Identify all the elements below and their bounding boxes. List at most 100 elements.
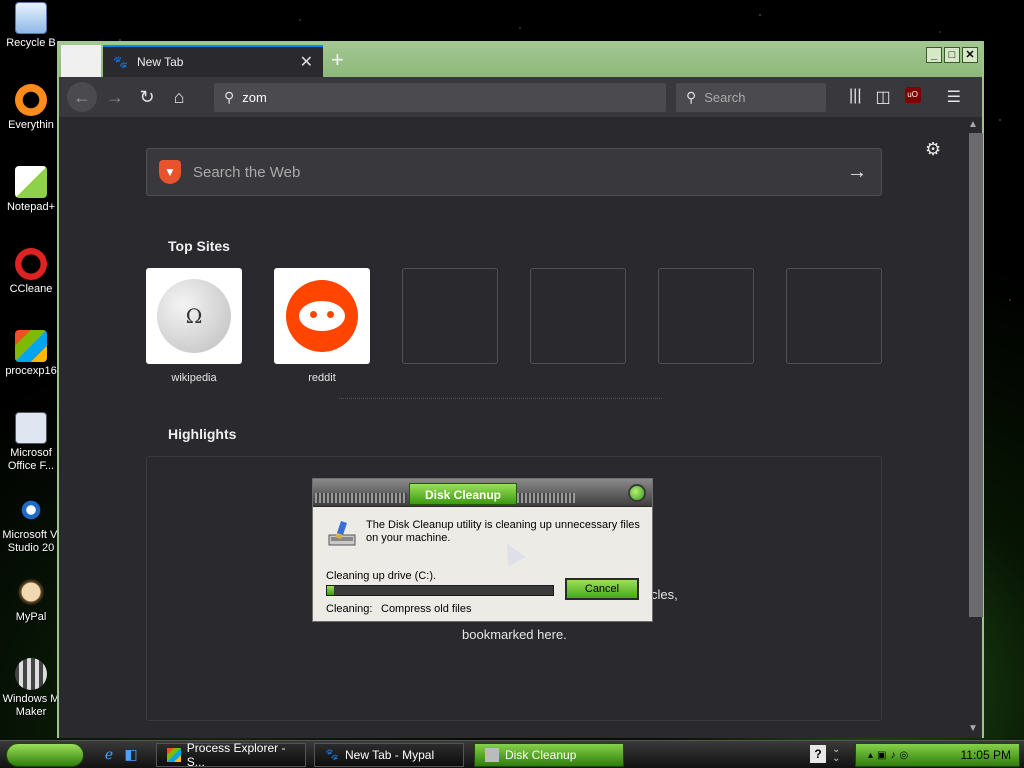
- desktop-icon-microsoft-office[interactable]: Microsof Office F...: [0, 412, 62, 473]
- tab-new-tab[interactable]: 🐾 New Tab ✕: [103, 45, 323, 77]
- mypal-icon: 🐾: [325, 749, 339, 761]
- disk-cleanup-dialog: Disk Cleanup The Disk Cleanup utility is…: [312, 478, 653, 622]
- everything-tray-icon[interactable]: ◎: [899, 750, 908, 761]
- show-desktop-icon[interactable]: ◧: [122, 746, 140, 764]
- internet-explorer-icon[interactable]: ℯ: [100, 746, 118, 764]
- url-bar[interactable]: ⚲ zom: [214, 83, 666, 112]
- desktop-icon-label: Microsof Office F...: [7, 447, 55, 472]
- scroll-up-arrow-icon[interactable]: ▲: [968, 119, 978, 130]
- start-button[interactable]: [6, 743, 84, 767]
- desktop-icon-label: Recycle B: [6, 37, 56, 49]
- progress-fill: [327, 586, 334, 595]
- taskbar-item-label: Process Explorer - S...: [186, 741, 286, 768]
- reload-button[interactable]: ↻: [133, 83, 161, 111]
- search-go-arrow-icon[interactable]: →: [847, 161, 867, 184]
- tile-thumbnail: [274, 268, 370, 364]
- desktop-icon-visual-studio[interactable]: Microsoft Vi Studio 20: [0, 494, 62, 555]
- browser-window: 🐾 New Tab ✕ + _ □ ✕ ← → ↻ ⌂ ⚲ zom ⚲ Sear…: [57, 41, 984, 738]
- desktop-icon-label: Notepad+: [6, 201, 55, 213]
- desktop-icon-label: Everythin: [8, 119, 54, 131]
- movie-maker-icon: [15, 658, 47, 690]
- navigation-toolbar: ← → ↻ ⌂ ⚲ zom ⚲ Search ||| ◫ uO ☰: [59, 77, 982, 117]
- taskbar-item-new-tab-mypal[interactable]: 🐾 New Tab - Mypal: [314, 743, 464, 767]
- minimize-button[interactable]: _: [926, 47, 942, 63]
- chevron-down-icon[interactable]: ⌄ ⌄: [832, 745, 840, 764]
- desktop-icon-mypal[interactable]: MyPal: [0, 576, 62, 624]
- desktop-icon-process-explorer[interactable]: procexp16: [0, 330, 62, 378]
- progress-label: Cleaning up drive (C:).: [326, 570, 437, 582]
- web-search-placeholder[interactable]: Search the Web: [193, 164, 300, 181]
- top-site-tile-empty[interactable]: [402, 268, 498, 384]
- top-site-tile-reddit[interactable]: reddit: [274, 268, 370, 384]
- search-bar[interactable]: ⚲ Search: [676, 83, 826, 112]
- ublock-origin-icon[interactable]: uO: [904, 87, 921, 103]
- desktop-icon-label: procexp16: [5, 365, 57, 377]
- disk-cleanup-icon: [485, 748, 499, 762]
- top-site-tile-wikipedia[interactable]: Ω wikipedia: [146, 268, 242, 384]
- back-button[interactable]: ←: [67, 82, 97, 112]
- mypal-favicon-icon: 🐾: [113, 55, 128, 69]
- menu-icon[interactable]: ☰: [947, 87, 961, 107]
- cancel-button[interactable]: Cancel: [565, 578, 639, 600]
- highlights-empty-text: bookmarked here.: [462, 627, 567, 642]
- desktop-icon-movie-maker[interactable]: Windows M Maker: [0, 658, 62, 719]
- taskbar-item-disk-cleanup[interactable]: Disk Cleanup: [474, 743, 624, 767]
- network-icon[interactable]: ▣: [877, 750, 886, 761]
- url-input-value[interactable]: zom: [242, 90, 267, 105]
- tile-placeholder: [402, 268, 498, 364]
- titlebar-grip: [315, 493, 407, 503]
- status-label: Cleaning:: [326, 603, 373, 615]
- taskbar: ℯ ◧ Process Explorer - S... 🐾 New Tab - …: [0, 740, 1024, 768]
- tray-app-icon[interactable]: ▴: [868, 750, 873, 761]
- cleanup-progress-bar: [326, 585, 554, 596]
- titlebar-grip: [517, 493, 575, 503]
- top-site-tile-empty[interactable]: [530, 268, 626, 384]
- dialog-titlebar[interactable]: Disk Cleanup: [313, 479, 652, 507]
- scroll-down-arrow-icon[interactable]: ▼: [968, 723, 978, 734]
- close-tab-icon[interactable]: ✕: [300, 52, 313, 72]
- new-tab-page: ⚙ ▼ Search the Web → Top Sites Ω wikiped…: [59, 117, 964, 738]
- desktop-icon-notepad-plus[interactable]: Notepad+: [0, 166, 62, 214]
- browser-titlebar[interactable]: 🐾 New Tab ✕ + _ □ ✕: [59, 41, 982, 77]
- top-sites-title: Top Sites: [168, 238, 230, 254]
- search-input-placeholder[interactable]: Search: [704, 90, 745, 105]
- mypal-icon: [15, 576, 47, 608]
- top-site-tile-empty[interactable]: [658, 268, 754, 384]
- library-icon[interactable]: |||: [849, 87, 861, 107]
- scrollbar-thumb[interactable]: [969, 133, 983, 617]
- desktop-icon-label: Windows M Maker: [2, 693, 60, 718]
- window-controls: _ □ ✕: [926, 47, 978, 63]
- gear-icon[interactable]: ⚙: [925, 139, 941, 160]
- tab-title: New Tab: [137, 55, 184, 69]
- section-divider: [339, 398, 662, 399]
- home-button[interactable]: ⌂: [165, 83, 193, 111]
- close-window-button[interactable]: ✕: [962, 47, 978, 63]
- notepad-plus-icon: [15, 166, 47, 198]
- help-button[interactable]: ?: [810, 745, 826, 763]
- tile-thumbnail: Ω: [146, 268, 242, 364]
- web-search-box[interactable]: ▼ Search the Web →: [146, 148, 882, 196]
- sidebar-icon[interactable]: ◫: [875, 87, 890, 107]
- clock[interactable]: 11:05 PM: [961, 748, 1011, 762]
- forward-button[interactable]: →: [101, 83, 129, 111]
- recycle-bin-icon: [15, 2, 47, 34]
- desktop-icon-recycle-bin[interactable]: Recycle B: [0, 2, 62, 50]
- volume-icon[interactable]: ♪: [890, 750, 895, 761]
- desktop-icon-everything[interactable]: Everythin: [0, 84, 62, 132]
- new-tab-button[interactable]: +: [331, 49, 344, 71]
- top-site-tile-empty[interactable]: [786, 268, 882, 384]
- process-explorer-icon: [15, 330, 47, 362]
- maximize-button[interactable]: □: [944, 47, 960, 63]
- microsoft-office-icon: [15, 412, 47, 444]
- disk-cleanup-icon: [328, 521, 356, 546]
- wikipedia-logo-icon: Ω: [157, 279, 231, 353]
- dialog-close-button[interactable]: [628, 484, 646, 502]
- desktop-icon-ccleaner[interactable]: CCleane: [0, 248, 62, 296]
- search-icon: ⚲: [224, 89, 235, 105]
- highlights-title: Highlights: [168, 426, 237, 442]
- reddit-logo-icon: [286, 280, 358, 352]
- taskbar-item-process-explorer[interactable]: Process Explorer - S...: [156, 741, 306, 768]
- page-scrollbar[interactable]: ▲ ▼: [964, 117, 983, 738]
- tile-label: reddit: [308, 372, 336, 384]
- desktop-icon-label: MyPal: [15, 611, 47, 623]
